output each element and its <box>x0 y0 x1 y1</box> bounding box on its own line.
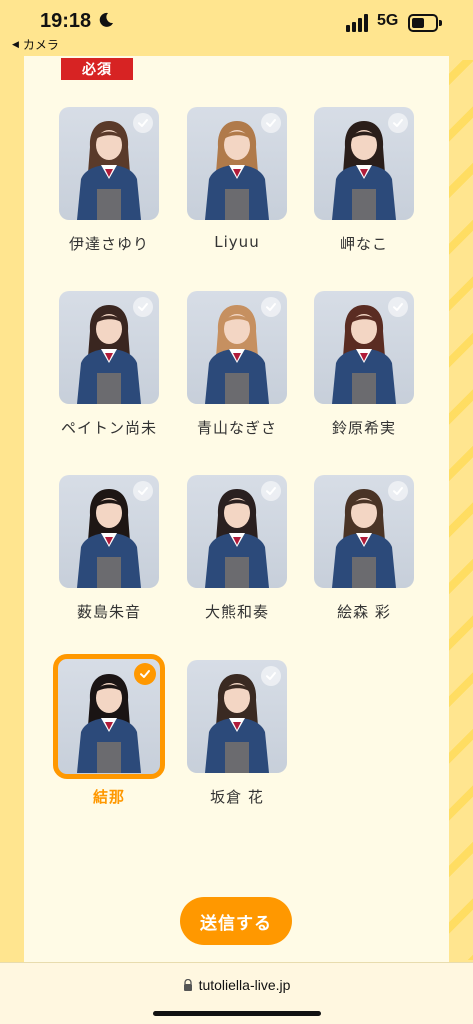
member-name: 岬なこ <box>339 235 388 253</box>
member-name: 青山なぎさ <box>196 419 277 437</box>
member-name: 大熊和奏 <box>204 603 269 621</box>
check-icon <box>388 113 408 133</box>
url-text: tutoliella-live.jp <box>198 977 291 993</box>
check-icon <box>261 297 281 317</box>
member-grid: 伊達さゆり Liyuu 岬なこペイトン尚未 青山なぎさ 鈴原希実薮島朱音 大熊和奏 絵森 彩… <box>24 56 449 836</box>
member-photo[interactable] <box>187 291 287 404</box>
status-bar: 19:18 ◀ カメラ 5G <box>0 0 473 56</box>
check-icon <box>133 113 153 133</box>
member-name: 伊達さゆり <box>68 235 149 253</box>
member-name: Liyuu <box>214 233 260 251</box>
member-name: 薮島朱音 <box>76 603 141 621</box>
member-photo[interactable] <box>59 475 159 588</box>
address-bar[interactable]: tutoliella-live.jp <box>0 977 473 993</box>
submit-button[interactable]: 送信する <box>180 897 292 945</box>
member-name: 結那 <box>92 788 125 806</box>
signal-icon <box>346 14 368 32</box>
member-photo[interactable] <box>59 107 159 220</box>
check-icon <box>133 297 153 317</box>
member-photo[interactable] <box>187 107 287 220</box>
clock: 19:18 <box>40 10 92 32</box>
check-icon <box>134 663 156 685</box>
back-triangle-icon: ◀ <box>12 39 19 50</box>
check-icon <box>261 481 281 501</box>
check-icon <box>133 481 153 501</box>
member-photo[interactable] <box>187 660 287 773</box>
member-photo[interactable] <box>53 654 165 779</box>
member-photo[interactable] <box>59 291 159 404</box>
member-name: 坂倉 花 <box>210 788 264 806</box>
browser-bottom-bar: tutoliella-live.jp <box>0 962 473 1024</box>
check-icon <box>388 297 408 317</box>
member-photo[interactable] <box>314 291 414 404</box>
member-photo[interactable] <box>314 475 414 588</box>
network-type: 5G <box>377 12 399 29</box>
moon-icon <box>99 12 113 27</box>
home-indicator[interactable] <box>153 1011 321 1016</box>
lock-icon <box>183 979 192 991</box>
back-app-label: カメラ <box>22 38 59 52</box>
member-photo[interactable] <box>314 107 414 220</box>
check-icon <box>261 666 281 686</box>
member-name: 鈴原希実 <box>331 419 396 437</box>
check-icon <box>261 113 281 133</box>
member-photo[interactable] <box>187 475 287 588</box>
check-icon <box>388 481 408 501</box>
member-name: ペイトン尚未 <box>60 419 157 437</box>
member-name: 絵森 彩 <box>337 603 391 621</box>
battery-icon <box>408 14 442 32</box>
back-to-app-link[interactable]: ◀ カメラ <box>12 36 59 53</box>
member-select-panel: 必須 伊達さゆり Liyuu 岬なこ ペイトン尚未 青山なぎさ 鈴原希実 薮島朱音 大熊和奏絵… <box>24 56 449 964</box>
